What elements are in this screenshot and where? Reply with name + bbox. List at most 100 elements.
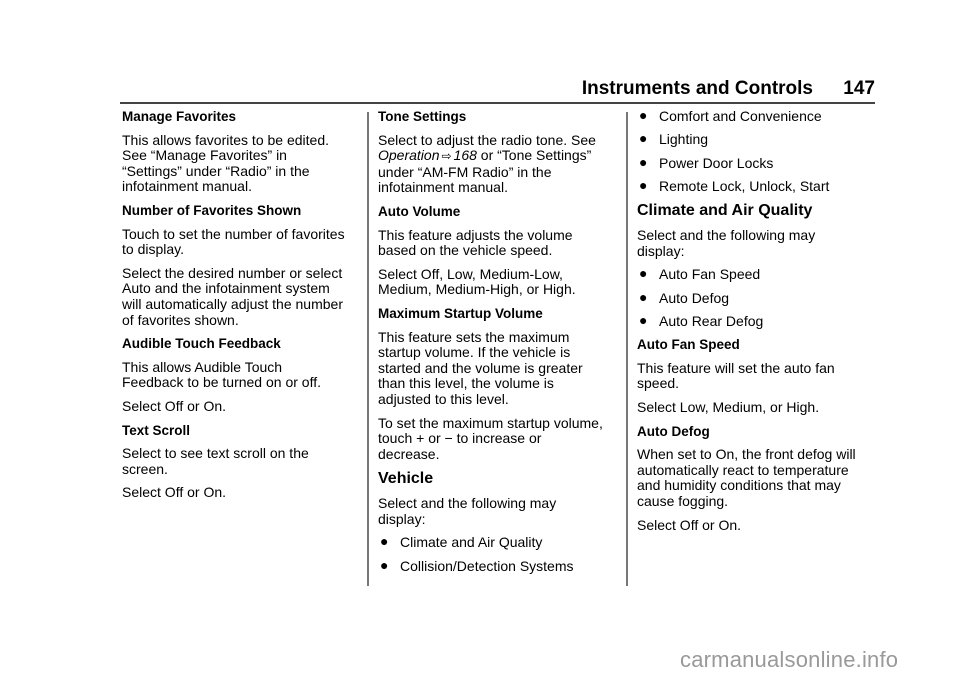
text-line: screen.: [122, 460, 168, 477]
text-line: This feature sets the maximum: [378, 328, 570, 345]
bullet-icon: ●: [639, 311, 648, 328]
heading-tone-settings: Tone Settings: [378, 109, 467, 124]
text-line: and humidity conditions that may: [637, 477, 841, 494]
list-item-text: Comfort and Convenience: [659, 108, 822, 124]
heading-auto-defog: Auto Defog: [637, 423, 710, 439]
column-1: Manage Favorites This allows favorites t…: [122, 109, 358, 509]
list-item-text: Auto Fan Speed: [659, 266, 761, 283]
paragraph: Select and the following may display:: [378, 496, 614, 527]
text-line: adjusted to this level.: [378, 390, 509, 407]
text-line: infotainment manual.: [122, 178, 252, 195]
text-line: based on the vehicle speed.: [378, 242, 553, 259]
list-item-text: Collision/Detection Systems: [400, 557, 574, 574]
column-divider: [626, 112, 628, 586]
text-line: cause fogging.: [637, 492, 729, 509]
text-line: to display.: [122, 241, 184, 258]
header-rule: [120, 102, 875, 104]
page-number: 147: [843, 78, 875, 99]
bullet-icon: ●: [380, 556, 389, 573]
text-line: display:: [637, 242, 685, 259]
text-line: Operation ⇨ 168 or “Tone Settings”: [378, 147, 614, 165]
heading-audible-touch-feedback: Audible Touch Feedback: [122, 336, 281, 352]
heading-max-startup-volume: Maximum Startup Volume: [378, 305, 543, 321]
paragraph: This allows favorites to be edited. See …: [122, 131, 358, 195]
text-line: This feature adjusts the volume: [378, 226, 573, 243]
text-line: Select the desired number or select: [122, 264, 343, 281]
bullet-icon: ●: [639, 265, 648, 282]
heading-auto-volume: Auto Volume: [378, 203, 461, 219]
text-line: started and the volume is greater: [378, 359, 583, 376]
reference-page: 168: [453, 147, 477, 164]
heading-vehicle: Vehicle: [378, 470, 434, 488]
heading-number-of-favorites: Number of Favorites Shown: [122, 202, 302, 218]
text-line: Select to see text scroll on the: [122, 445, 309, 462]
text-line: This feature will set the auto fan: [637, 359, 835, 376]
bullet-icon: ●: [639, 107, 648, 123]
text-line: Medium, Medium-High, or High.: [378, 281, 576, 298]
text-line: display:: [378, 510, 426, 527]
heading-climate-air-quality: Climate and Air Quality: [637, 202, 813, 220]
list-item: ● Remote Lock, Unlock, Start: [637, 176, 873, 195]
paragraph: Select Off, Low, Medium-Low, Medium, Med…: [378, 265, 614, 298]
paragraph: Select Off or On.: [637, 516, 742, 533]
list-item: ● Auto Rear Defog: [637, 311, 873, 330]
list-item-text: Lighting: [659, 131, 709, 148]
text-line: Select and the following may: [637, 227, 816, 244]
text-line: Touch to set the number of favorites: [122, 225, 345, 242]
list-item: ● Comfort and Convenience: [637, 107, 873, 125]
paragraph: Select Off or On.: [122, 397, 227, 414]
paragraph: Select and the following may display:: [637, 228, 873, 259]
page-header: Instruments and Controls 147: [120, 78, 875, 102]
paragraph: This allows Audible Touch Feedback to be…: [122, 358, 358, 391]
text-line: than this level, the volume is: [378, 375, 554, 392]
paragraph: Select to see text scroll on the screen.: [122, 445, 358, 477]
paragraph: When set to On, the front defog will aut…: [637, 447, 873, 509]
text-line: This allows Audible Touch: [122, 358, 283, 375]
paragraph: This feature adjusts the volume based on…: [378, 226, 614, 259]
text-line: will automatically adjust the number: [122, 295, 343, 312]
paragraph: Select Low, Medium, or High.: [637, 398, 820, 415]
text-line: “Settings” under “Radio” in the: [122, 162, 310, 179]
text-line: startup volume. If the vehicle is: [378, 344, 571, 361]
list-item: ● Power Door Locks: [637, 153, 873, 172]
paragraph: This feature will set the auto fan speed…: [637, 359, 873, 392]
bullet-icon: ●: [639, 288, 648, 305]
text-line: under “AM-FM Radio” in the: [378, 163, 552, 180]
bullet-icon: ●: [639, 130, 648, 147]
list-item-text: Auto Rear Defog: [659, 312, 764, 329]
paragraph: Touch to set the number of favorites to …: [122, 225, 358, 258]
bullet-icon: ●: [639, 153, 648, 170]
text-line: Select to adjust the radio tone. See: [378, 131, 596, 148]
reference-title: Operation: [378, 147, 440, 164]
heading-auto-fan-speed: Auto Fan Speed: [637, 337, 740, 353]
list-item-text: Auto Defog: [659, 289, 730, 306]
text-line: of favorites shown.: [122, 311, 239, 328]
list-item: ● Auto Fan Speed: [637, 265, 873, 283]
watermark-link[interactable]: carmanualsonline.info: [680, 647, 898, 673]
list-item-text: Power Door Locks: [659, 154, 774, 171]
cross-reference-link[interactable]: Operation ⇨ 168: [378, 147, 477, 163]
text-line: This allows favorites to be edited.: [122, 131, 329, 148]
bullet-icon: ●: [639, 176, 648, 193]
text-line: Select Off, Low, Medium-Low,: [378, 265, 563, 282]
text-line: When set to On, the front defog will: [637, 446, 856, 463]
paragraph: To set the maximum startup volume, touch…: [378, 415, 614, 463]
paragraph: Select to adjust the radio tone. See Ope…: [378, 131, 614, 196]
section-title: Instruments and Controls: [581, 78, 813, 99]
text-line: speed.: [637, 375, 680, 392]
heading-text-scroll: Text Scroll: [122, 422, 191, 438]
text-line: touch + or − to increase or: [378, 430, 542, 447]
list-item: ● Climate and Air Quality: [378, 534, 614, 551]
paragraph: Select the desired number or select Auto…: [122, 264, 358, 328]
text-line: Select and the following may: [378, 495, 557, 512]
text-line: infotainment manual.: [378, 179, 508, 196]
list-item: ● Lighting: [637, 130, 873, 148]
paragraph: Select Off or On.: [122, 484, 227, 501]
list-item-text: Remote Lock, Unlock, Start: [659, 177, 830, 194]
paragraph: This feature sets the maximum startup vo…: [378, 328, 614, 408]
text-fragment: or “Tone Settings”: [476, 147, 592, 164]
page-reference-arrow-icon: ⇨: [441, 149, 452, 164]
column-2: Tone Settings Select to adjust the radio…: [378, 109, 614, 582]
list-item-text: Climate and Air Quality: [400, 534, 543, 551]
text-line: Feedback to be turned on or off.: [122, 374, 321, 391]
